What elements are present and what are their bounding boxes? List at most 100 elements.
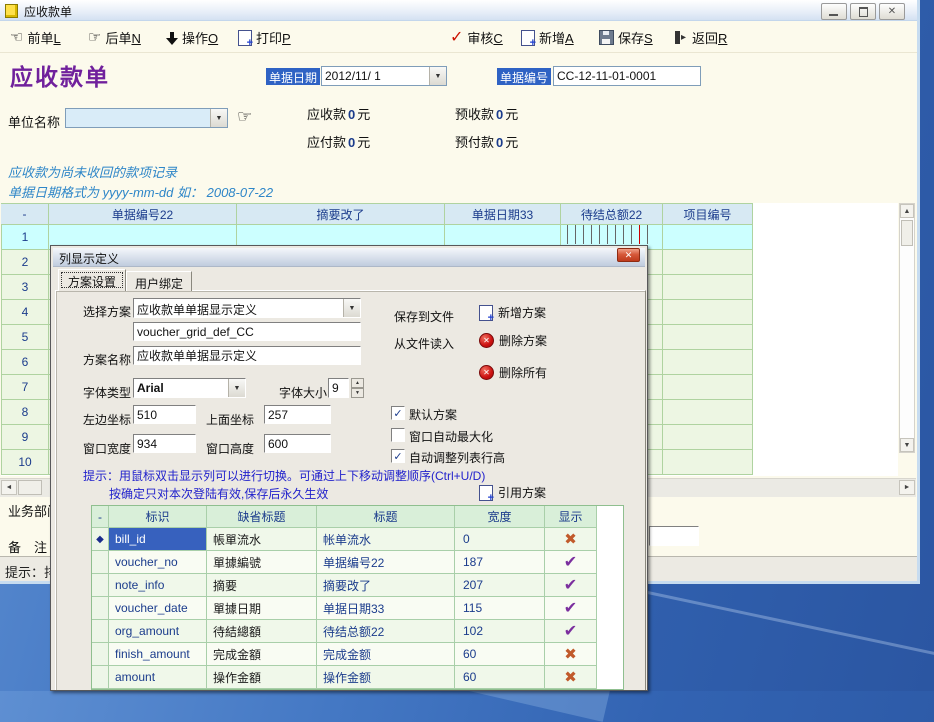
show-cross-icon[interactable]: ✖ [545,666,597,689]
col-id-cell[interactable]: voucher_no [109,551,207,574]
scheme-select-combobox[interactable]: 应收款单单据显示定义 ▼ [133,298,361,318]
chevron-down-icon[interactable]: ▼ [228,379,245,397]
vertical-scrollbar[interactable]: ▲ ▼ [899,203,915,453]
col-id-cell[interactable]: finish_amount [109,643,207,666]
dialog-close-button[interactable]: ✕ [617,248,640,262]
delete-all-button[interactable]: ✕ 删除所有 [479,364,547,381]
col-id-cell[interactable]: voucher_date [109,597,207,620]
col-default-title-cell[interactable]: 待結總額 [207,620,317,643]
col-title-cell[interactable]: 单据日期33 [317,597,455,620]
col-width-cell[interactable]: 102 [455,620,545,643]
dialog-table-header[interactable]: 显示 [545,506,597,528]
col-default-title-cell[interactable]: 完成金額 [207,643,317,666]
col-width-cell[interactable]: 60 [455,643,545,666]
restore-button[interactable] [850,3,876,20]
read-from-file-link[interactable]: 从文件读入 [394,335,454,352]
scroll-down-icon[interactable]: ▼ [900,438,914,452]
grid-cell[interactable] [663,250,753,275]
scheme-name-input[interactable]: 应收款单单据显示定义 [133,346,361,365]
col-title-cell[interactable]: 待结总额22 [317,620,455,643]
show-check-icon[interactable]: ✔ [545,574,597,597]
default-scheme-checkbox[interactable]: ✓ [391,406,405,420]
save-to-file-link[interactable]: 保存到文件 [394,308,454,325]
col-width-cell[interactable]: 60 [455,666,545,689]
col-default-title-cell[interactable]: 單據編號 [207,551,317,574]
font-size-stepper[interactable]: ▲ ▼ [351,378,364,398]
grid-column-header[interactable]: 项目编号 [663,203,753,225]
scroll-right-icon[interactable]: ► [899,480,915,495]
show-cross-icon[interactable]: ✖ [545,643,597,666]
row-marker[interactable] [92,551,109,574]
show-check-icon[interactable]: ✔ [545,597,597,620]
date-combobox[interactable]: 2012/11/ 1 ▼ [321,66,447,86]
col-title-cell[interactable]: 操作金额 [317,666,455,689]
grid-row-number[interactable]: 9 [1,425,49,450]
dialog-titlebar[interactable]: 列显示定义 [53,248,645,267]
grid-row-number[interactable]: 6 [1,350,49,375]
col-default-title-cell[interactable]: 摘要 [207,574,317,597]
chevron-down-icon[interactable]: ▼ [343,299,360,317]
minimize-button[interactable] [821,3,847,20]
grid-row-number[interactable]: 4 [1,300,49,325]
grid-row-number[interactable]: 1 [1,225,49,250]
grid-column-header[interactable]: 摘要改了 [237,203,445,225]
grid-cell[interactable] [663,350,753,375]
row-marker[interactable]: ◆ [92,528,109,551]
col-title-cell[interactable]: 完成金额 [317,643,455,666]
grid-row-number[interactable]: 10 [1,450,49,475]
col-title-cell[interactable]: 摘要改了 [317,574,455,597]
grid-cell[interactable] [663,375,753,400]
col-id-cell[interactable]: org_amount [109,620,207,643]
grid-column-header[interactable]: 待结总额22 [561,203,663,225]
unit-combobox[interactable]: ▼ [65,108,228,128]
dialog-table-header[interactable]: 缺省标题 [207,506,317,528]
show-check-icon[interactable]: ✔ [545,551,597,574]
lookup-hand-icon[interactable]: ☞ [237,110,252,124]
toolbar-action-button[interactable]: 操作O [166,28,218,47]
col-default-title-cell[interactable]: 帳單流水 [207,528,317,551]
col-title-cell[interactable]: 帐单流水 [317,528,455,551]
show-check-icon[interactable]: ✔ [545,620,597,643]
toolbar-print-button[interactable]: 打印P [238,28,291,47]
grid-row-number[interactable]: 7 [1,375,49,400]
dialog-table-header[interactable]: 标题 [317,506,455,528]
col-width-cell[interactable]: 0 [455,528,545,551]
dialog-table-header[interactable]: 宽度 [455,506,545,528]
col-id-cell[interactable]: amount [109,666,207,689]
grid-row-number[interactable]: 3 [1,275,49,300]
scroll-up-icon[interactable]: ▲ [900,204,914,218]
col-width-cell[interactable]: 187 [455,551,545,574]
grid-cell[interactable] [663,300,753,325]
delete-scheme-button[interactable]: ✕ 删除方案 [479,332,547,349]
close-button[interactable]: ✕ [879,3,905,20]
window-titlebar[interactable]: 应收款单 ✕ [0,0,917,21]
dialog-table-header[interactable]: - [92,506,109,528]
note-input[interactable] [649,526,699,546]
scroll-left-icon[interactable]: ◄ [1,480,17,495]
spin-up-icon[interactable]: ▲ [351,378,364,388]
font-type-combobox[interactable]: Arial ▼ [133,378,246,398]
grid-row-number[interactable]: 5 [1,325,49,350]
font-size-input[interactable]: 9 [328,378,349,398]
docno-input[interactable]: CC-12-11-01-0001 [553,66,701,86]
scheme-code-input[interactable]: voucher_grid_def_CC [133,322,361,341]
toolbar-save-button[interactable]: 保存S [599,28,653,47]
tab-user-binding[interactable]: 用户绑定 [126,271,192,291]
col-default-title-cell[interactable]: 操作金額 [207,666,317,689]
col-id-cell[interactable]: bill_id [109,528,207,551]
window-width-input[interactable]: 934 [133,434,196,453]
tab-scheme-settings[interactable]: 方案设置 [58,269,126,291]
row-marker[interactable] [92,574,109,597]
vscroll-thumb[interactable] [901,220,913,246]
spin-down-icon[interactable]: ▼ [351,388,364,398]
add-scheme-button[interactable]: 新增方案 [479,304,546,321]
grid-cell[interactable] [663,225,753,250]
toolbar-new-button[interactable]: 新增A [521,28,574,47]
row-marker[interactable] [92,643,109,666]
show-cross-icon[interactable]: ✖ [545,528,597,551]
col-title-cell[interactable]: 单据编号22 [317,551,455,574]
toolbar-next-button[interactable]: ☞ 后单N [88,28,141,47]
apply-scheme-button[interactable]: 引用方案 [479,484,546,501]
row-marker[interactable] [92,597,109,620]
toolbar-audit-button[interactable]: ✓ 审核C [450,28,503,47]
